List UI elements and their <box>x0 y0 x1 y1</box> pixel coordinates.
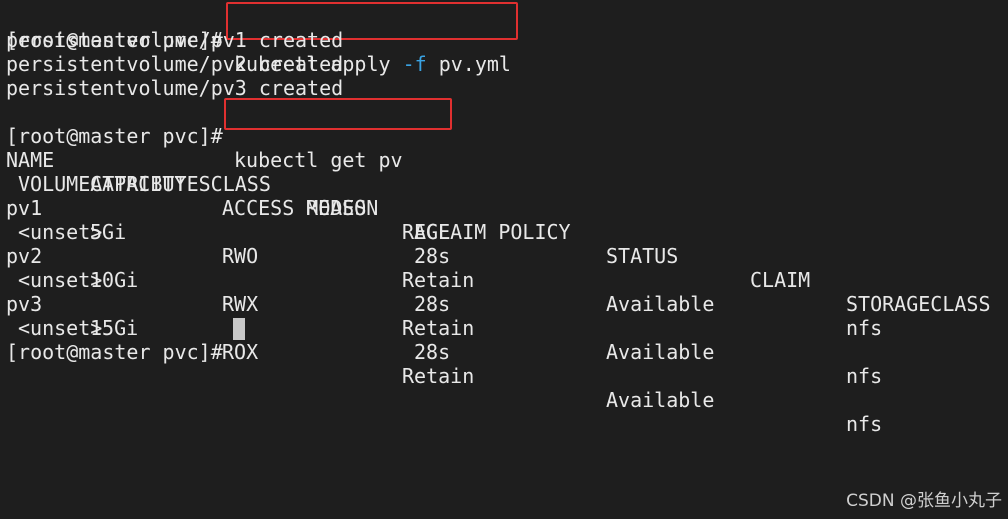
cell-status: Available <box>606 340 715 364</box>
cell-storageclass: nfs <box>846 364 883 388</box>
table-row-wrapped: <unset> 28s <box>6 196 450 268</box>
highlight-box-get <box>224 98 452 130</box>
command-get: kubectl get pv <box>234 148 403 172</box>
cell-age: 28s <box>414 244 451 268</box>
command-apply-arg: pv.yml <box>426 52 511 76</box>
command-line-apply: [root@master pvc]# kubectl apply -f pv.y… <box>6 4 511 76</box>
terminal-cursor <box>233 318 245 340</box>
table-row-wrapped: <unset> 28s <box>6 292 450 364</box>
table-header-row: NAME CAPACITY ACCESS MODES RECLAIM POLIC… <box>6 124 991 316</box>
table-header-row-wrapped: VOLUMEATTRIBUTESCLASS REASON AGE <box>6 148 450 244</box>
col-header-claim: CLAIM <box>750 268 811 292</box>
col-header-reason: REASON <box>306 196 379 220</box>
col-header-status: STATUS <box>606 244 679 268</box>
command-line-get: [root@master pvc]# kubectl get pv <box>6 100 403 172</box>
command-line-current[interactable]: [root@master pvc]# <box>6 316 223 364</box>
table-row-wrapped: <unset> 28s <box>6 244 450 316</box>
cell-reclaim-policy: Retain <box>402 364 475 388</box>
col-header-age: AGE <box>414 220 451 244</box>
output-line: persistentvolume/pv3 created <box>6 76 344 100</box>
table-row: pv2 10Gi RWX Retain Available nfs <box>6 220 882 388</box>
watermark-label: CSDN @张鱼小丸子 <box>846 491 1002 511</box>
col-header-storageclass: STORAGECLASS <box>846 292 991 316</box>
output-line: persistentvolume/pv1 created <box>6 28 344 52</box>
table-row: pv3 15Gi ROX Retain Available nfs <box>6 268 882 436</box>
cell-age: 28s <box>414 292 451 316</box>
shell-prompt: [root@master pvc]# <box>6 340 235 364</box>
output-line: persistentvolume/pv2 created <box>6 52 344 76</box>
col-header-volumeattributesclass: VOLUMEATTRIBUTESCLASS <box>18 172 271 196</box>
cell-access-modes: RWO <box>222 244 259 268</box>
terminal-window[interactable]: [root@master pvc]# kubectl apply -f pv.y… <box>0 0 1008 519</box>
cell-storageclass: nfs <box>846 316 883 340</box>
cell-reclaim-policy: Retain <box>402 268 475 292</box>
table-row: pv1 5Gi RWO Retain Available nfs <box>6 172 882 340</box>
cell-status: Available <box>606 388 715 412</box>
cell-age: 28s <box>414 340 451 364</box>
cell-reclaim-policy: Retain <box>402 316 475 340</box>
cell-storageclass: nfs <box>846 412 883 436</box>
cell-access-modes: RWX <box>222 292 259 316</box>
command-flag: -f <box>402 52 427 76</box>
cell-status: Available <box>606 292 715 316</box>
